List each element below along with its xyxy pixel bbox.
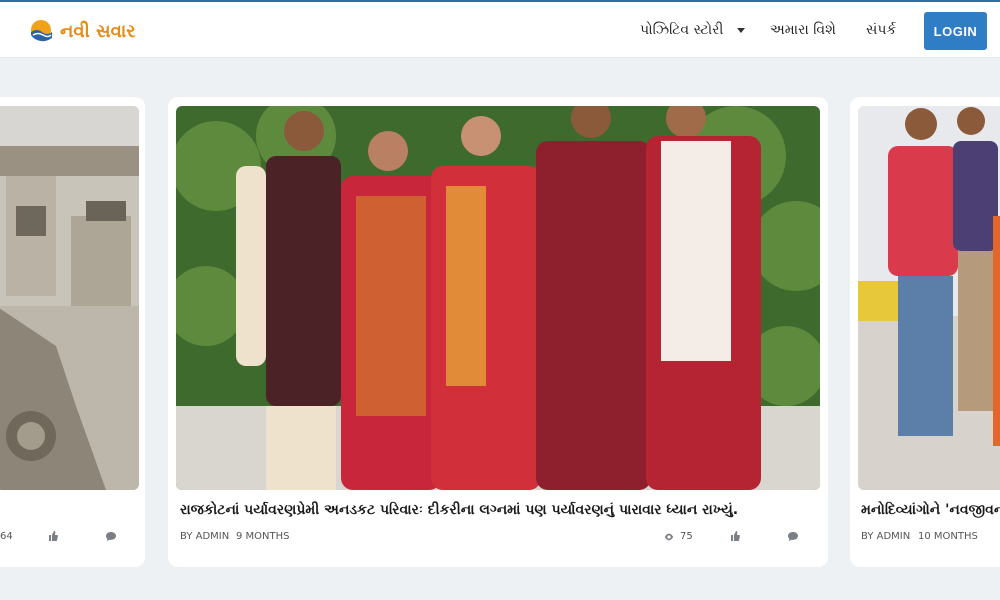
- story-card-right[interactable]: મનોદિવ્યાંગોને 'નવજીવન' આ BY ADMIN 10 MO…: [850, 97, 1000, 567]
- thumbs-up-icon: [731, 531, 740, 541]
- site-header: નવી સવાર પોઝિટિવ સ્ટોરી અમારા વિશે સંપર્…: [0, 2, 1000, 58]
- story-image-ruins[interactable]: [0, 106, 139, 490]
- story-title[interactable]: મનોદિવ્યાંગોને 'નવજીવન' આ: [861, 502, 1000, 518]
- story-title[interactable]: રાજકોટનાં પર્યાવરણપ્રેમી અનડકટ પરિવારઃ દ…: [180, 502, 738, 518]
- sun-wave-logo-icon: [31, 20, 52, 42]
- story-author: BY ADMIN: [180, 531, 230, 542]
- nav-contact[interactable]: સંપર્ક: [866, 22, 896, 38]
- comment-button[interactable]: [106, 531, 116, 541]
- story-time: 10 MONTHS: [918, 531, 978, 542]
- logo-text: નવી સવાર: [60, 20, 136, 42]
- views-count: 64: [0, 531, 13, 542]
- nav-about-us[interactable]: અમારા વિશે: [770, 22, 836, 38]
- thumbs-up-icon: [49, 531, 58, 541]
- login-button[interactable]: LOGIN: [924, 12, 987, 50]
- views-value: 75: [680, 531, 693, 542]
- story-card-center[interactable]: રાજકોટનાં પર્યાવરણપ્રેમી અનડકટ પરિવારઃ દ…: [168, 97, 828, 567]
- comment-button[interactable]: [788, 531, 798, 541]
- like-button[interactable]: [730, 531, 740, 541]
- nav-positive-stories[interactable]: પોઝિટિવ સ્ટોરી: [640, 22, 746, 38]
- story-image-group[interactable]: [858, 106, 1000, 490]
- site-logo[interactable]: નવી સવાર: [28, 18, 136, 44]
- story-author: BY ADMIN: [861, 531, 911, 542]
- chevron-down-icon: [737, 27, 746, 33]
- nav-positive-stories-label: પોઝિટિવ સ્ટોરી: [640, 22, 724, 38]
- comment-icon: [788, 532, 798, 541]
- story-image-family[interactable]: [176, 106, 820, 490]
- story-card-left[interactable]: 64: [0, 97, 145, 567]
- comment-icon: [106, 532, 116, 541]
- story-time: 9 MONTHS: [236, 531, 290, 542]
- views-count: 75: [664, 531, 693, 542]
- like-button[interactable]: [48, 531, 58, 541]
- eye-icon: [664, 533, 674, 540]
